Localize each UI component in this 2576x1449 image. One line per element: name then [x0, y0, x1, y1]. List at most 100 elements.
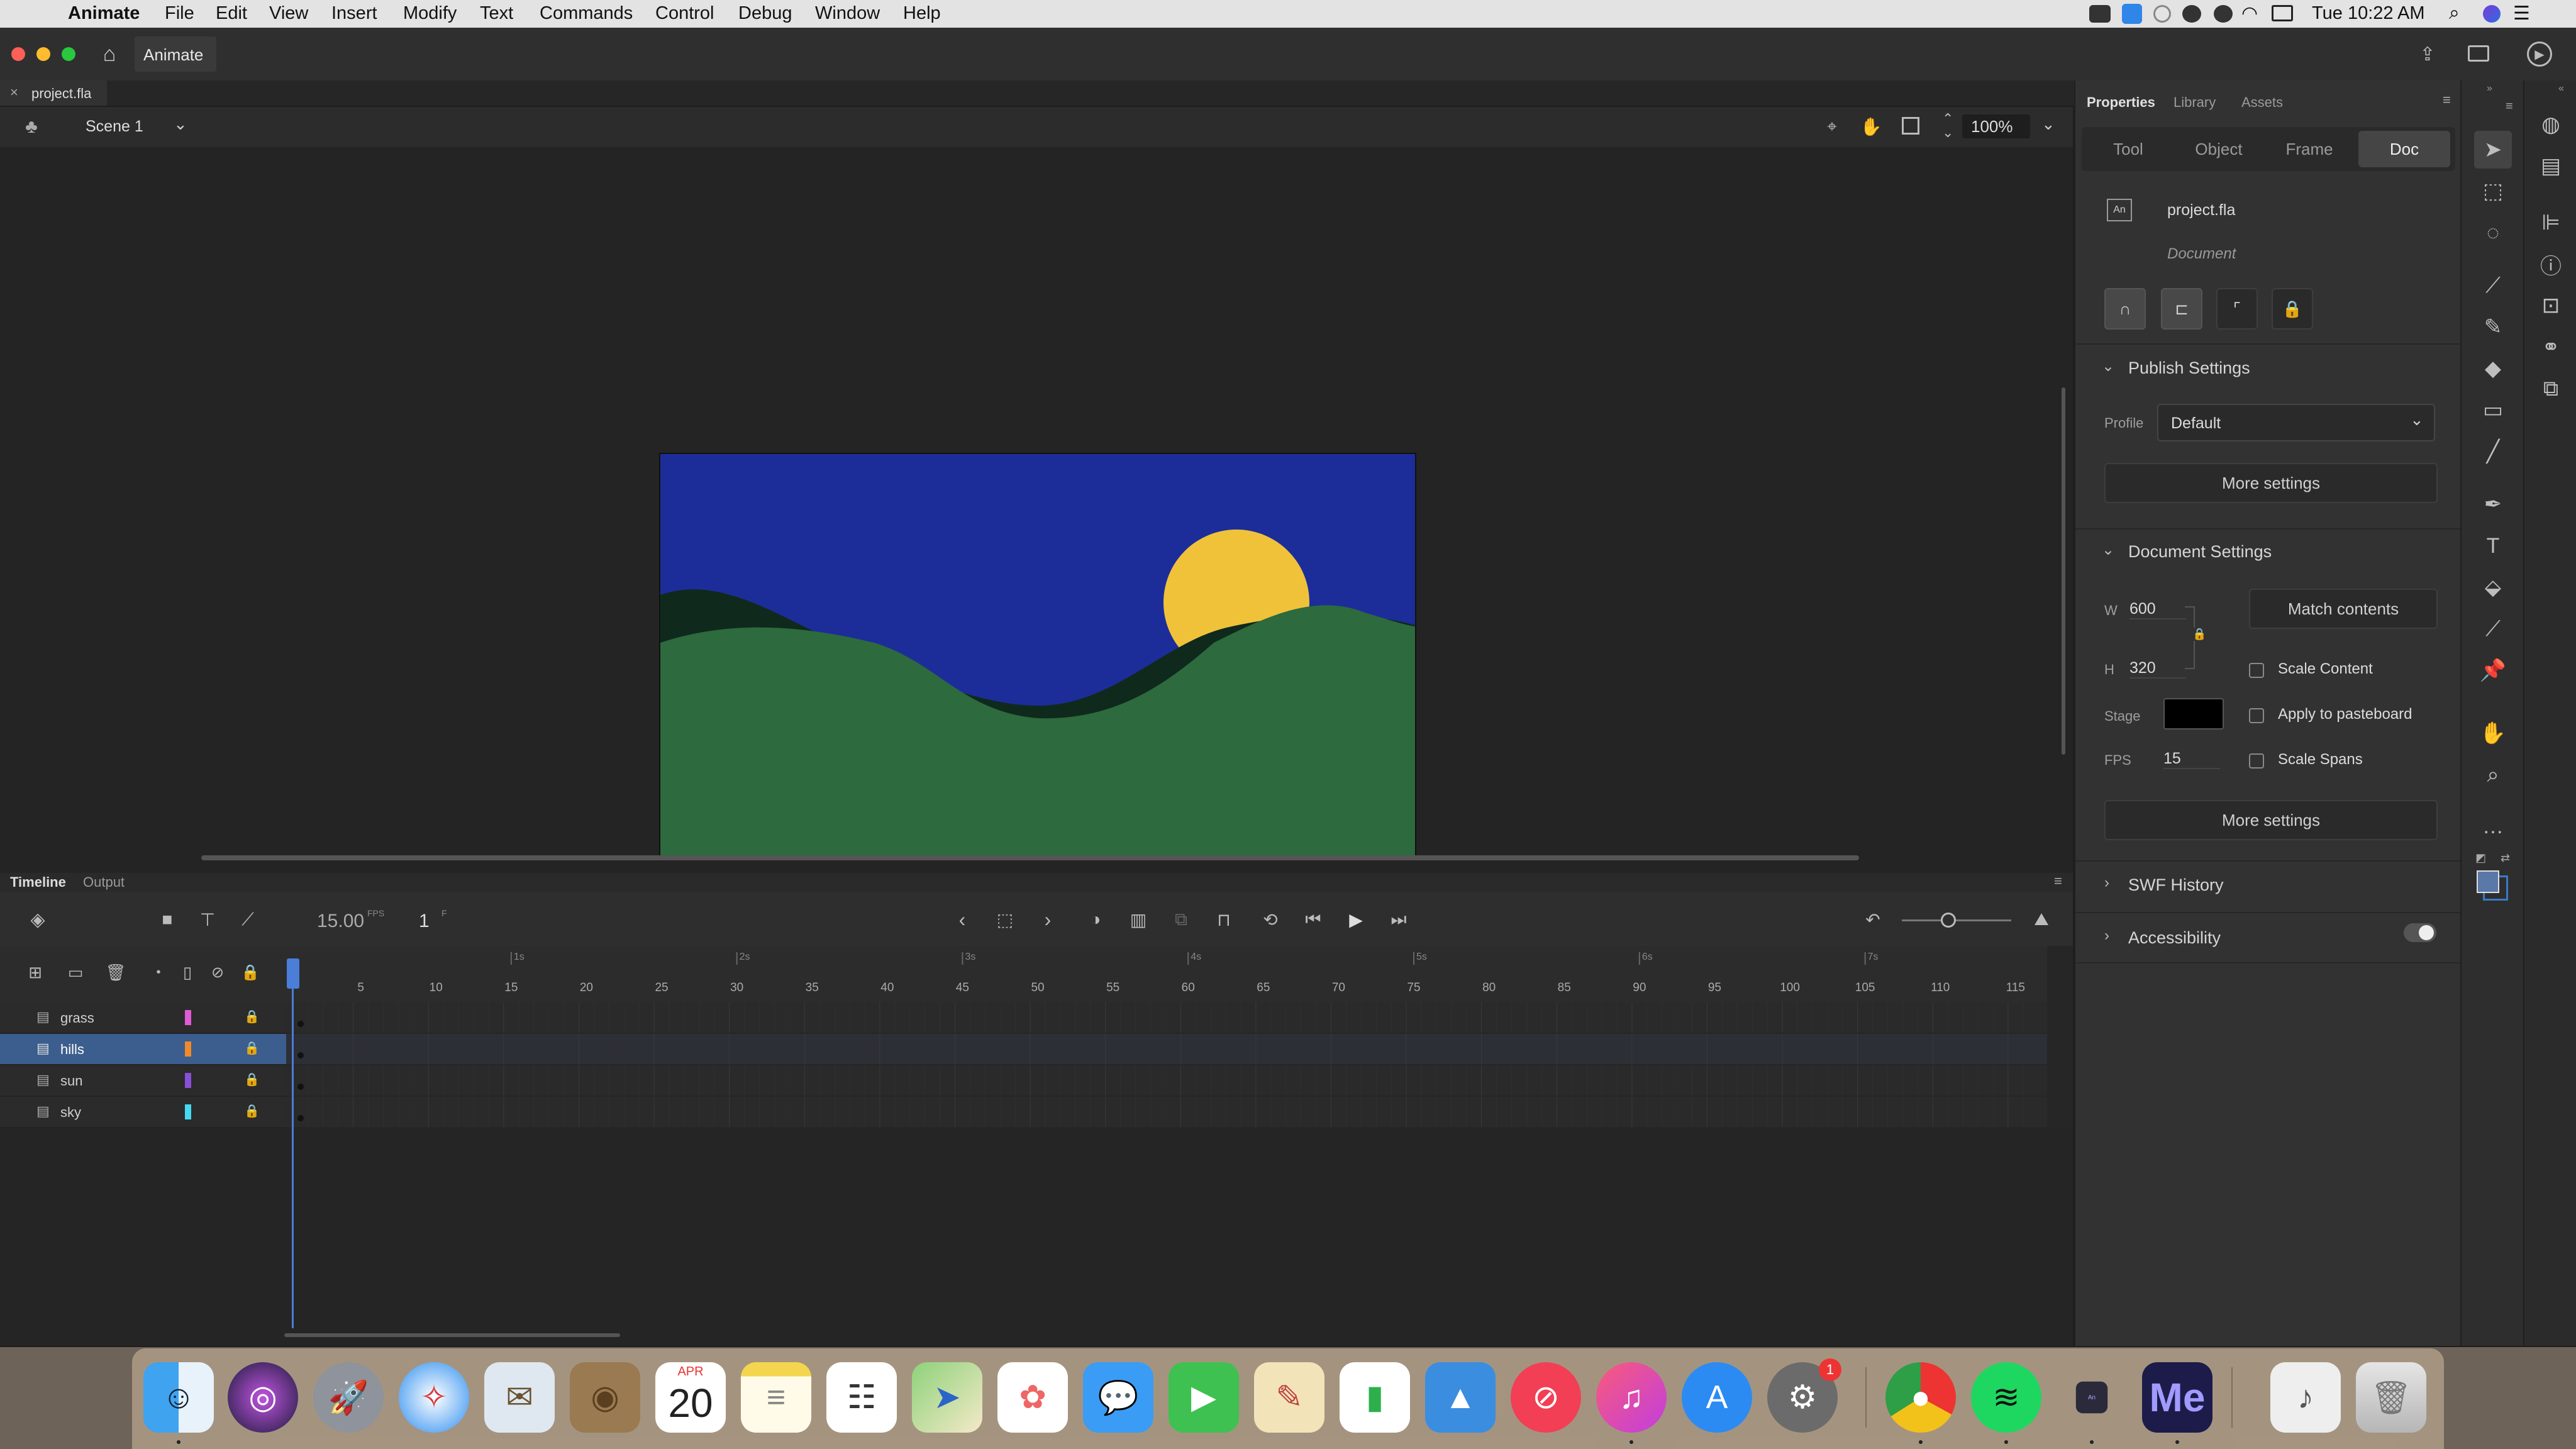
pin-tool-icon[interactable]: 📌 — [2474, 652, 2512, 689]
insert-frame-icon[interactable]: ⊓ — [1211, 907, 1236, 932]
contacts-icon[interactable]: ◉ — [570, 1362, 640, 1433]
app-menu[interactable]: Animate — [68, 3, 140, 24]
paint-brush-tool-icon[interactable]: ✎ — [2474, 308, 2512, 346]
menu-debug[interactable]: Debug — [738, 3, 792, 24]
tab-frame[interactable]: Frame — [2265, 131, 2353, 167]
paint-bucket-tool-icon[interactable]: ⬙ — [2474, 569, 2512, 606]
menu-text[interactable]: Text — [480, 3, 513, 24]
zoom-tool-icon[interactable]: ⌕ — [2474, 756, 2512, 794]
menu-view[interactable]: View — [269, 3, 308, 24]
news-icon[interactable]: ⊘ — [1511, 1362, 1581, 1433]
tab-doc[interactable]: Doc — [2358, 131, 2450, 167]
highlight-layer-icon[interactable]: • — [147, 961, 170, 984]
keyframe-marker[interactable] — [297, 1084, 304, 1090]
workspace-icon[interactable] — [2468, 45, 2489, 62]
keynote-icon[interactable]: ▲ — [1425, 1362, 1496, 1433]
eyedropper-tool-icon[interactable]: ⟋ — [2474, 610, 2512, 648]
more-tools-icon[interactable]: … — [2474, 808, 2512, 845]
frame-row[interactable] — [286, 1097, 2047, 1127]
layer-name[interactable]: grass — [60, 1010, 94, 1026]
text-tool-icon[interactable]: T — [2474, 527, 2512, 565]
frame-row[interactable] — [286, 1034, 2047, 1064]
menu-control[interactable]: Control — [655, 3, 714, 24]
timeline-ruler[interactable]: 1s 2s 3s 4s 5s 6s 7s 5 10 15 20 25 30 35 40 45 50 55 60 65 7… — [286, 946, 2047, 1002]
zoom-input[interactable]: 100% — [1962, 114, 2030, 138]
numbers-icon[interactable]: ▮ — [1340, 1362, 1410, 1433]
insert-keyframe-icon[interactable]: ⬚ — [992, 907, 1018, 932]
new-folder-icon[interactable]: ▭ — [64, 961, 87, 984]
panel-menu-icon[interactable]: ≡ — [2443, 92, 2451, 108]
publish-settings-chevron-icon[interactable]: ⌄ — [2102, 357, 2114, 375]
delete-layer-icon[interactable]: 🗑 — [104, 961, 127, 984]
current-frame-value[interactable]: 1 — [419, 911, 430, 932]
trash-icon[interactable]: 🗑 — [2356, 1362, 2426, 1433]
reminders-icon[interactable]: ☷ — [826, 1362, 897, 1433]
notes-icon[interactable]: ≡ — [741, 1362, 811, 1433]
snap-to-pixels-icon[interactable]: ⊏ — [2161, 288, 2202, 330]
stroke-color-swatch[interactable] — [2477, 870, 2499, 893]
accessibility-chevron-icon[interactable]: › — [2104, 927, 2109, 945]
media-encoder-icon[interactable]: Me — [2142, 1362, 2212, 1433]
layer-lock-icon[interactable]: 🔒 — [244, 1103, 260, 1119]
app-store-icon[interactable]: A — [1682, 1362, 1752, 1433]
layer-row[interactable]: ▤ hills 🔒 — [0, 1034, 286, 1065]
downloads-stack-icon[interactable]: ♪ — [2270, 1362, 2341, 1433]
rectangle-tool-icon[interactable]: ▭ — [2474, 391, 2512, 429]
test-movie-icon[interactable]: ▶ — [2527, 42, 2552, 67]
center-stage-icon[interactable]: ⌖ — [1821, 116, 1843, 137]
panel-align-icon[interactable]: ⊫ — [2532, 204, 2570, 242]
app-status-icon[interactable] — [2122, 4, 2142, 24]
zoom-stepper-icon[interactable]: ⌃ ⌄ — [1942, 112, 1953, 140]
fps-input[interactable]: 15 — [2163, 750, 2220, 769]
layer-lock-icon[interactable]: 🔒 — [244, 1072, 260, 1087]
prev-keyframe-icon[interactable]: ‹ — [950, 907, 975, 932]
layer-color-swatch[interactable] — [185, 1104, 191, 1119]
safari-icon[interactable]: ✧ — [399, 1362, 469, 1433]
loop-playback-icon[interactable]: ⟲ — [1258, 907, 1283, 932]
timeline-zoom-mountains-icon[interactable]: ⛰ — [2029, 907, 2054, 932]
lock-guides-icon[interactable]: 🔒 — [2272, 288, 2313, 330]
stage-vertical-scrollbar[interactable] — [2062, 387, 2065, 755]
keyframe-marker[interactable] — [297, 1021, 304, 1027]
timeline-zoom-thumb[interactable] — [1941, 913, 1956, 928]
match-contents-button[interactable]: Match contents — [2249, 589, 2438, 629]
swf-history-title[interactable]: SWF History — [2128, 875, 2224, 895]
music-icon[interactable]: ♫ — [1596, 1362, 1667, 1433]
menu-commands[interactable]: Commands — [540, 3, 633, 24]
layer-row[interactable]: ▤ sky 🔒 — [0, 1097, 286, 1128]
airplay-icon[interactable] — [2272, 5, 2293, 21]
onion-skin-icon[interactable]: ◑ — [1083, 907, 1108, 932]
photos-icon[interactable]: ✿ — [997, 1362, 1068, 1433]
snap-to-objects-icon[interactable]: ∩ — [2104, 288, 2146, 330]
swap-colors-icon[interactable]: ⇄ — [2501, 852, 2510, 865]
minimize-window-button[interactable] — [36, 47, 50, 61]
lock-all-icon[interactable]: 🔒 — [239, 961, 262, 984]
scene-name[interactable]: Scene 1 — [86, 118, 143, 136]
calendar-icon[interactable]: APR 20 — [655, 1362, 726, 1433]
layer-lock-icon[interactable]: 🔒 — [244, 1009, 260, 1024]
menu-modify[interactable]: Modify — [403, 3, 457, 24]
cloud-status-icon[interactable] — [2182, 5, 2201, 23]
finder-icon[interactable]: ☺ — [143, 1362, 214, 1433]
accessibility-title[interactable]: Accessibility — [2128, 928, 2221, 948]
hide-all-icon[interactable]: ⊘ — [206, 961, 229, 984]
layer-depth-icon[interactable]: ⟋ — [235, 907, 260, 932]
document-tab[interactable]: × project.fla — [0, 80, 107, 106]
camera-icon[interactable]: ■ — [155, 907, 180, 932]
accessibility-toggle[interactable] — [2404, 923, 2436, 942]
stage-color-swatch[interactable] — [2163, 698, 2224, 730]
panel-transform-icon[interactable]: ⊡ — [2532, 287, 2570, 325]
outline-layer-icon[interactable]: ▯ — [176, 961, 199, 984]
mail-icon[interactable]: ✉ — [484, 1362, 555, 1433]
frame-row[interactable] — [286, 1065, 2047, 1096]
panel-components-icon[interactable]: ⚭ — [2532, 328, 2570, 366]
menu-help[interactable]: Help — [903, 3, 941, 24]
frame-row[interactable] — [286, 1002, 2047, 1033]
facetime-icon[interactable]: ▶ — [1169, 1362, 1239, 1433]
apply-to-pasteboard-checkbox[interactable] — [2249, 708, 2264, 723]
control-center-icon[interactable]: ☰ — [2513, 3, 2530, 25]
layer-color-swatch[interactable] — [185, 1041, 191, 1057]
undo-icon[interactable]: ↶ — [1860, 907, 1885, 932]
timeline-zoom-slider[interactable] — [1902, 913, 2011, 928]
launchpad-icon[interactable]: 🚀 — [313, 1362, 384, 1433]
